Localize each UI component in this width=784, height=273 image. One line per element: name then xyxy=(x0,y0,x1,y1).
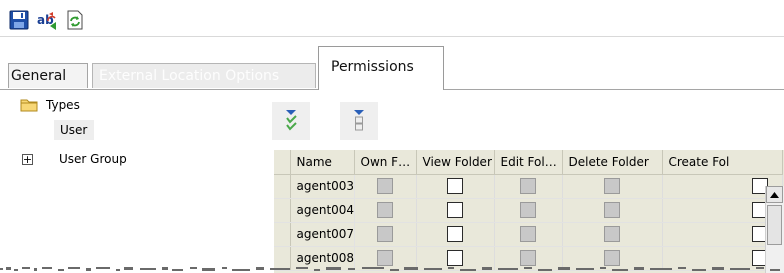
row-name: agent003 xyxy=(290,174,355,199)
type-tree: Types User + User Group xyxy=(0,96,265,256)
edit-folder-checkbox xyxy=(520,250,536,266)
tab-strip: General External Location Options Permis… xyxy=(0,46,784,90)
table-row[interactable]: agent003 xyxy=(274,174,783,199)
permissions-grid: Name Own F… View Folder Edit Fol… Delete… xyxy=(274,150,784,273)
row-header[interactable] xyxy=(274,174,291,199)
refresh-icon xyxy=(67,10,83,30)
tree-node-user-group[interactable]: + User Group xyxy=(22,152,127,166)
toolbar-divider xyxy=(0,36,784,37)
row-header[interactable] xyxy=(274,222,291,247)
row-name: agent004 xyxy=(290,198,355,223)
tab-general[interactable]: General xyxy=(8,63,88,88)
check-all-button[interactable] xyxy=(272,102,310,140)
edit-folder-checkbox xyxy=(520,178,536,194)
clear-all-button[interactable] xyxy=(340,102,378,140)
find-replace-button[interactable]: ab xyxy=(36,9,58,31)
view-folder-checkbox[interactable] xyxy=(447,178,463,194)
delete-folder-checkbox xyxy=(604,202,620,218)
find-replace-icon: ab xyxy=(37,12,56,30)
edit-folder-checkbox xyxy=(520,202,536,218)
table-row[interactable]: agent007 xyxy=(274,222,783,247)
column-header-create-folder[interactable]: Create Fol xyxy=(662,150,783,175)
arrow-up-icon xyxy=(770,191,779,198)
grid-scrollbar[interactable] xyxy=(765,186,784,273)
column-header-view-folder[interactable]: View Folder xyxy=(416,150,495,175)
delete-folder-checkbox xyxy=(604,250,620,266)
check-all-icon xyxy=(286,110,297,131)
column-header-edit-folder[interactable]: Edit Fol… xyxy=(494,150,563,175)
tab-permissions[interactable]: Permissions xyxy=(318,46,444,90)
tree-node-user-group-label: User Group xyxy=(59,152,127,166)
save-button[interactable] xyxy=(8,9,30,31)
delete-folder-checkbox xyxy=(604,226,620,242)
grid-corner xyxy=(274,150,291,175)
tree-node-user[interactable]: User xyxy=(54,120,94,140)
own-folder-checkbox xyxy=(377,202,393,218)
toolbar: ab xyxy=(0,0,784,36)
own-folder-checkbox xyxy=(377,178,393,194)
scroll-thumb[interactable] xyxy=(767,205,782,245)
view-folder-checkbox[interactable] xyxy=(447,226,463,242)
column-header-name[interactable]: Name xyxy=(290,150,355,175)
tab-baseline-left xyxy=(0,89,318,90)
tab-baseline-right xyxy=(444,89,784,90)
own-folder-checkbox xyxy=(377,250,393,266)
column-header-delete-folder[interactable]: Delete Folder xyxy=(562,150,663,175)
save-disk-icon xyxy=(9,10,29,30)
table-row[interactable]: agent004 xyxy=(274,198,783,223)
tree-node-types-label: Types xyxy=(46,98,80,112)
tab-external-location-options[interactable]: External Location Options xyxy=(92,63,316,88)
row-name: agent007 xyxy=(290,222,355,247)
scroll-up-button[interactable] xyxy=(766,186,783,203)
column-header-own-folder[interactable]: Own F… xyxy=(354,150,417,175)
clear-all-icon xyxy=(354,110,364,131)
row-header[interactable] xyxy=(274,198,291,223)
grid-header-row: Name Own F… View Folder Edit Fol… Delete… xyxy=(274,150,783,175)
refresh-button[interactable] xyxy=(64,9,86,31)
folder-icon xyxy=(20,99,38,112)
tree-node-types[interactable]: Types xyxy=(20,98,80,112)
edit-folder-checkbox xyxy=(520,226,536,242)
render-artifact-strip xyxy=(0,267,780,271)
delete-folder-checkbox xyxy=(604,178,620,194)
expand-icon[interactable]: + xyxy=(22,153,33,165)
view-folder-checkbox[interactable] xyxy=(447,250,463,266)
view-folder-checkbox[interactable] xyxy=(447,202,463,218)
own-folder-checkbox xyxy=(377,226,393,242)
